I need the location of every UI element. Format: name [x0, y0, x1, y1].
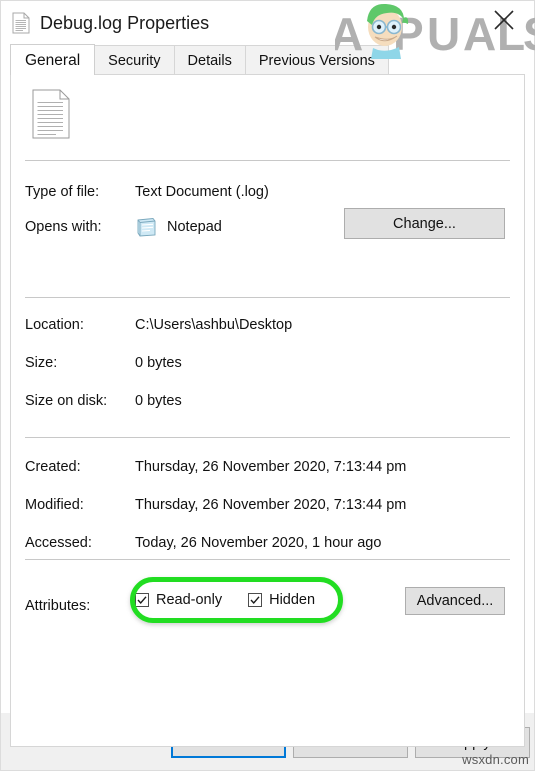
divider-location: [25, 297, 510, 298]
general-tab-panel: Type of file: Text Document (.log) Opens…: [10, 74, 525, 747]
window-title: Debug.log Properties: [40, 12, 210, 33]
value-type-of-file: Text Document (.log): [135, 184, 269, 200]
tab-general[interactable]: General: [10, 44, 96, 75]
notepad-icon: [135, 217, 157, 237]
value-location: C:\Users\ashbu\Desktop: [135, 317, 293, 333]
divider-top: [25, 160, 510, 161]
divider-dates: [25, 437, 510, 438]
label-size-on-disk: Size on disk:: [25, 393, 108, 409]
row-accessed: Accessed: Today, 26 November 2020, 1 hou…: [25, 532, 510, 554]
label-modified: Modified:: [25, 497, 84, 513]
value-modified: Thursday, 26 November 2020, 7:13:44 pm: [135, 497, 407, 513]
divider-attributes: [25, 559, 510, 560]
row-created: Created: Thursday, 26 November 2020, 7:1…: [25, 456, 510, 478]
text-document-icon: [32, 89, 72, 139]
value-accessed: Today, 26 November 2020, 1 hour ago: [135, 535, 382, 551]
tab-strip: General Security Details Previous Versio…: [1, 44, 534, 75]
value-opens-with: Notepad: [167, 219, 222, 235]
tab-security[interactable]: Security: [94, 45, 175, 75]
row-type-of-file: Type of file: Text Document (.log): [25, 181, 510, 203]
label-opens-with: Opens with:: [25, 219, 102, 235]
site-watermark: wsxdn.com: [462, 752, 529, 767]
properties-dialog: Debug.log Properties General Security De…: [0, 0, 535, 771]
label-location: Location:: [25, 317, 84, 333]
row-modified: Modified: Thursday, 26 November 2020, 7:…: [25, 494, 510, 516]
row-location: Location: C:\Users\ashbu\Desktop: [25, 314, 510, 336]
change-button[interactable]: Change...: [344, 208, 505, 239]
label-size: Size:: [25, 355, 58, 371]
document-icon: [12, 12, 30, 34]
value-size-on-disk: 0 bytes: [135, 393, 182, 409]
file-icon-area: [32, 89, 80, 147]
advanced-button[interactable]: Advanced...: [405, 587, 505, 615]
close-icon[interactable]: [486, 3, 522, 37]
value-size: 0 bytes: [135, 355, 182, 371]
label-accessed: Accessed:: [25, 535, 92, 551]
label-created: Created:: [25, 459, 81, 475]
label-type-of-file: Type of file:: [25, 184, 100, 200]
value-created: Thursday, 26 November 2020, 7:13:44 pm: [135, 459, 407, 475]
annotation-highlight: [130, 577, 343, 623]
label-attributes: Attributes:: [25, 598, 91, 614]
row-size: Size: 0 bytes: [25, 352, 510, 374]
row-size-on-disk: Size on disk: 0 bytes: [25, 390, 510, 412]
title-bar: Debug.log Properties: [1, 1, 534, 45]
tab-previous-versions[interactable]: Previous Versions: [244, 45, 389, 75]
tab-details[interactable]: Details: [173, 45, 246, 75]
